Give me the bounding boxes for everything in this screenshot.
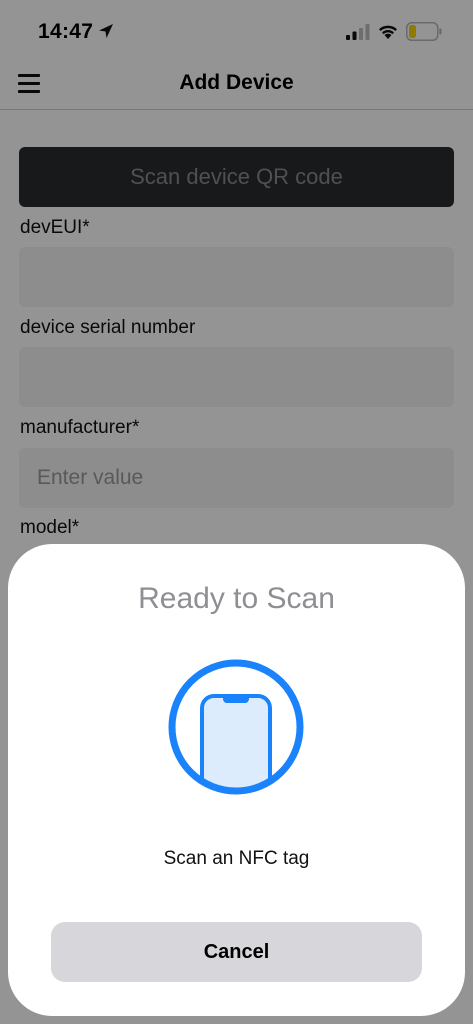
cancel-button[interactable]: Cancel bbox=[51, 922, 422, 982]
nfc-instruction: Scan an NFC tag bbox=[163, 848, 310, 869]
nfc-scan-sheet: Ready to Scan Scan an NFC tag Cancel bbox=[8, 544, 465, 1016]
sheet-title: Ready to Scan bbox=[138, 582, 335, 615]
nfc-phone-icon bbox=[168, 659, 304, 795]
